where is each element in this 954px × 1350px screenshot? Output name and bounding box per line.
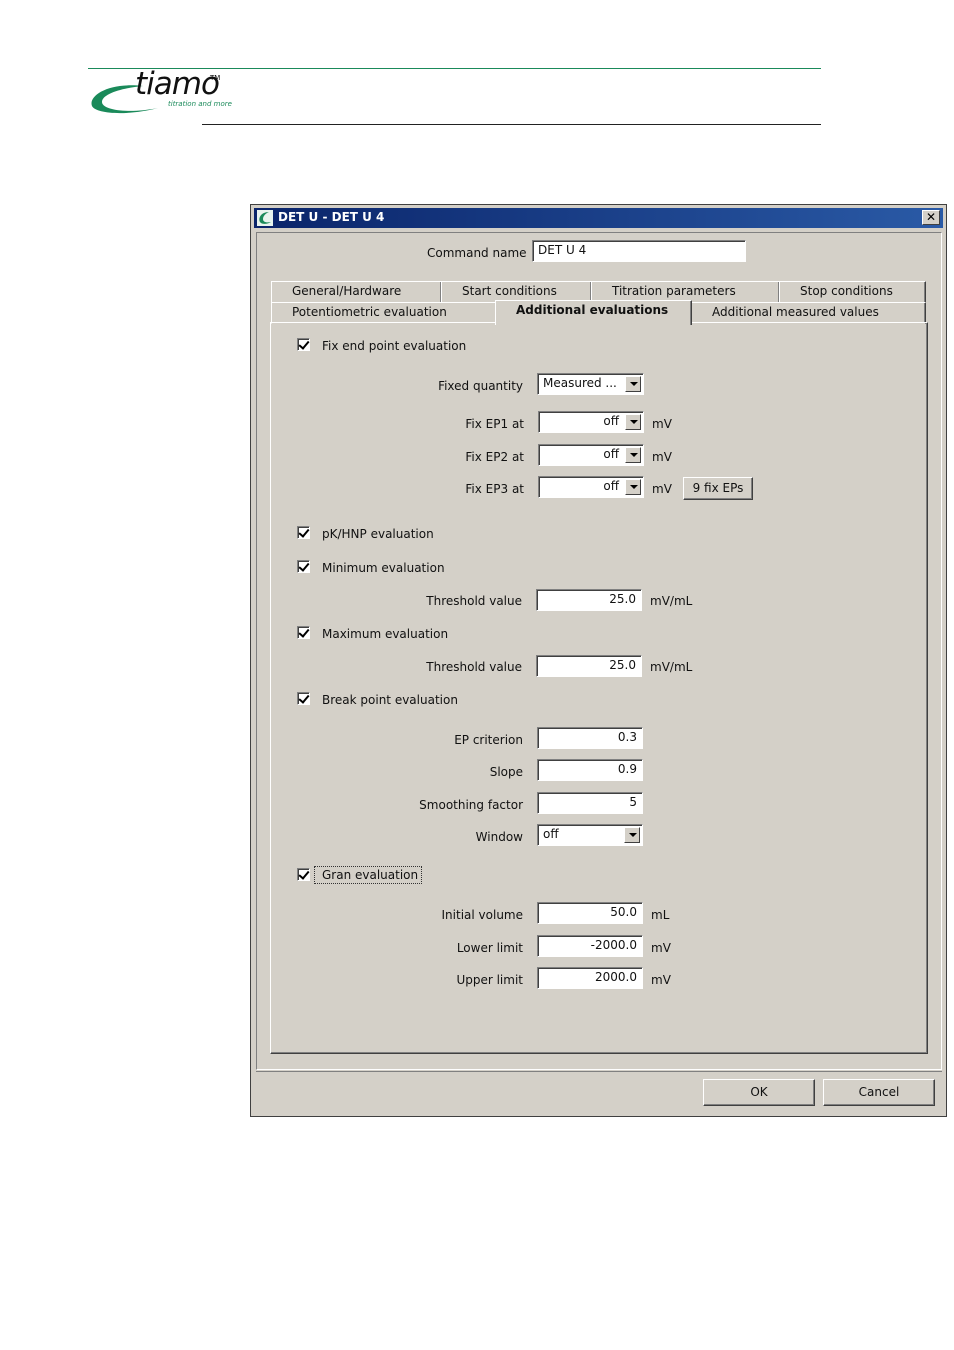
chevron-down-icon[interactable]: [625, 479, 641, 495]
slope-input[interactable]: 0.9: [537, 759, 643, 781]
brand-name: tiamo: [135, 66, 220, 102]
lower-limit-input[interactable]: -2000.0: [537, 935, 643, 957]
break-point-label: Break point evaluation: [322, 693, 458, 707]
fix-ep1-label: Fix EP1 at: [465, 417, 524, 431]
smoothing-factor-label: Smoothing factor: [419, 798, 523, 812]
chevron-down-icon[interactable]: [625, 414, 641, 430]
fix-ep1-select[interactable]: off: [538, 411, 644, 433]
fixed-quantity-label: Fixed quantity: [438, 379, 523, 393]
minimum-threshold-label: Threshold value: [426, 594, 522, 608]
fix-ep3-unit: mV: [652, 482, 672, 496]
upper-limit-input[interactable]: 2000.0: [537, 967, 643, 989]
dialog-titlebar[interactable]: DET U - DET U 4 ✕: [254, 208, 943, 228]
chevron-down-icon[interactable]: [625, 376, 641, 392]
initial-volume-unit: mL: [651, 908, 670, 922]
minimum-threshold-input[interactable]: 25.0: [536, 589, 642, 611]
minimum-threshold-unit: mV/mL: [650, 594, 693, 608]
ep-criterion-input[interactable]: 0.3: [537, 727, 643, 749]
pk-hnp-checkbox[interactable]: [297, 526, 310, 539]
maximum-label: Maximum evaluation: [322, 627, 449, 641]
minimum-checkbox[interactable]: [297, 560, 310, 573]
tab-stop-conditions[interactable]: Stop conditions: [779, 281, 926, 303]
window-select[interactable]: off: [537, 824, 643, 846]
fix-ep2-label: Fix EP2 at: [465, 450, 524, 464]
upper-limit-unit: mV: [651, 973, 671, 987]
close-icon: ✕: [925, 210, 937, 224]
lower-limit-label: Lower limit: [456, 941, 523, 955]
fix-ep-label: Fix end point evaluation: [322, 339, 467, 353]
window-label: Window: [475, 830, 523, 844]
fix-ep3-value: off: [603, 479, 619, 493]
upper-limit-label: Upper limit: [456, 973, 523, 987]
fixed-quantity-select[interactable]: Measured ...: [537, 373, 644, 395]
smoothing-factor-input[interactable]: 5: [537, 792, 643, 814]
tab-general-hardware[interactable]: General/Hardware: [271, 281, 442, 303]
dialog-title: DET U - DET U 4: [278, 210, 385, 224]
brand-tagline: titration and more: [168, 100, 232, 108]
lower-limit-unit: mV: [651, 941, 671, 955]
command-name-input[interactable]: DET U 4: [532, 240, 746, 262]
fix-ep2-unit: mV: [652, 450, 672, 464]
header-rule-bottom: [202, 124, 821, 125]
footer-separator: [256, 1071, 942, 1072]
maximum-threshold-label: Threshold value: [426, 660, 522, 674]
break-point-checkbox[interactable]: [297, 692, 310, 705]
maximum-threshold-input[interactable]: 25.0: [536, 655, 642, 677]
window-value: off: [543, 827, 559, 841]
fix-ep3-select[interactable]: off: [538, 476, 644, 498]
app-icon: [257, 210, 273, 226]
maximum-checkbox[interactable]: [297, 626, 310, 639]
nine-fix-eps-button[interactable]: 9 fix EPs: [683, 477, 753, 500]
fix-ep2-select[interactable]: off: [538, 444, 644, 466]
close-button[interactable]: ✕: [922, 210, 940, 225]
tab-additional-measured-values[interactable]: Additional measured values: [691, 302, 926, 324]
chevron-down-icon[interactable]: [624, 827, 640, 843]
chevron-down-icon[interactable]: [625, 447, 641, 463]
ok-button[interactable]: OK: [703, 1079, 815, 1106]
fix-ep-checkbox[interactable]: [297, 338, 310, 351]
fix-ep3-label: Fix EP3 at: [465, 482, 524, 496]
command-name-label: Command name: [427, 246, 527, 260]
gran-checkbox[interactable]: [297, 868, 310, 881]
fixed-quantity-value: Measured ...: [543, 376, 617, 390]
gran-label: Gran evaluation: [314, 866, 423, 884]
fix-ep2-value: off: [603, 447, 619, 461]
fix-ep1-unit: mV: [652, 417, 672, 431]
cancel-button[interactable]: Cancel: [823, 1079, 935, 1106]
slope-label: Slope: [489, 765, 523, 779]
initial-volume-input[interactable]: 50.0: [537, 902, 643, 924]
initial-volume-label: Initial volume: [441, 908, 523, 922]
maximum-threshold-unit: mV/mL: [650, 660, 693, 674]
brand-trademark: TM: [210, 74, 221, 82]
ep-criterion-label: EP criterion: [454, 733, 523, 747]
tab-additional-evaluations[interactable]: Additional evaluations: [495, 300, 692, 325]
tab-potentiometric-evaluation[interactable]: Potentiometric evaluation: [271, 302, 497, 324]
minimum-label: Minimum evaluation: [322, 561, 445, 575]
pk-hnp-label: pK/HNP evaluation: [322, 527, 434, 541]
fix-ep1-value: off: [603, 414, 619, 428]
